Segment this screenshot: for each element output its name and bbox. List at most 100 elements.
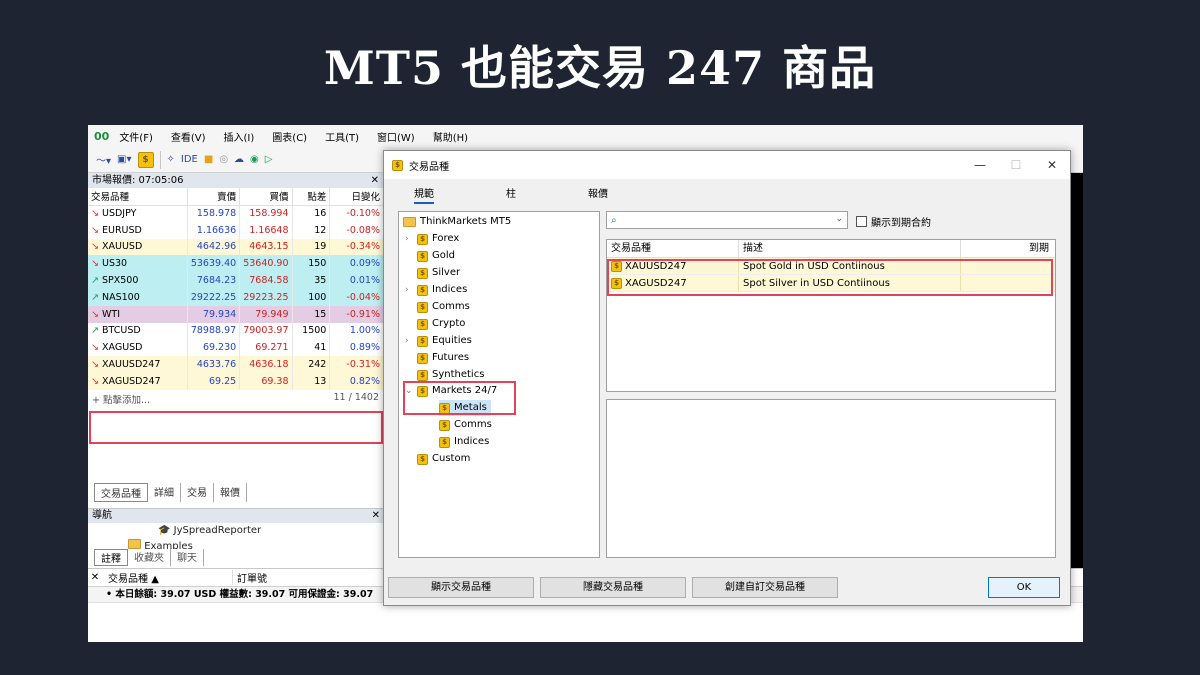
market-watch-row[interactable]: ↘ US30 53639.40 53640.90 150 0.09% <box>88 255 384 273</box>
row-symbol: ↘ XAUUSD <box>88 238 188 256</box>
ok-button[interactable]: OK <box>988 577 1060 598</box>
tab-ticks[interactable]: 報價 <box>214 483 247 502</box>
menu-tools[interactable]: 工具(T) <box>325 129 359 144</box>
toolbox-col-order[interactable]: 訂單號 <box>232 570 352 585</box>
tab-symbols[interactable]: 交易品種 <box>94 483 148 502</box>
tree-item-comms[interactable]: $ Comms <box>405 299 470 315</box>
navigator-item[interactable]: 🎓 JySpreadReporter <box>88 523 384 539</box>
close-icon[interactable]: ✕ <box>372 509 380 523</box>
arrow-down-icon: ↘ <box>91 359 99 371</box>
tab-bars[interactable]: 柱 <box>506 185 516 204</box>
toolbox-col-symbol[interactable]: 交易品種 ▲ <box>102 570 232 585</box>
symbol-group-icon: $ <box>417 318 428 330</box>
navigator-item[interactable]: Examples <box>88 539 384 549</box>
row-daily-change: 1.00% <box>329 322 384 340</box>
show-expired-checkbox[interactable]: 顯示到期合約 <box>856 214 931 229</box>
menu-window[interactable]: 窗口(W) <box>377 129 415 144</box>
algo-trading-icon[interactable]: ▷ <box>265 151 273 169</box>
tree-item-comms-247[interactable]: $ Comms <box>439 417 492 433</box>
row-bid: 29222.25 <box>187 288 241 306</box>
tree-item-indices[interactable]: › $ Indices <box>405 282 467 298</box>
market-watch-row[interactable]: ↘ USDJPY 158.978 158.994 16 -0.10% <box>88 205 384 222</box>
ide-button[interactable]: IDE <box>181 151 198 169</box>
expand-icon[interactable]: › <box>405 282 413 298</box>
col-symbol[interactable]: 交易品種 <box>88 188 188 206</box>
menu-file[interactable]: 文件(F) <box>119 129 153 144</box>
tree-root[interactable]: ThinkMarkets MT5 <box>403 214 511 230</box>
chart-template-icon[interactable]: ▣▾ <box>117 151 131 169</box>
market-watch-row[interactable]: ↘ XAUUSD 4642.96 4643.15 19 -0.34% <box>88 238 384 256</box>
tab-common[interactable]: 註釋 <box>94 549 128 566</box>
tab-ticks[interactable]: 報價 <box>588 185 608 204</box>
col-symbol[interactable]: 交易品種 <box>607 240 739 257</box>
cloud-icon[interactable]: ☁ <box>234 151 244 169</box>
market-watch-row[interactable]: ↗ BTCUSD 78988.97 79003.97 1500 1.00% <box>88 322 384 340</box>
market-watch-row[interactable]: ↘ XAUUSD247 4633.76 4636.18 242 -0.31% <box>88 356 384 373</box>
tab-details[interactable]: 詳細 <box>148 483 181 502</box>
lock-icon[interactable]: ■ <box>204 151 213 169</box>
line-chart-icon[interactable]: 〜▾ <box>96 151 111 169</box>
menu-charts[interactable]: 圖表(C) <box>272 129 307 144</box>
create-custom-symbol-button[interactable]: 創建自訂交易品種 <box>692 577 838 598</box>
add-symbol-label[interactable]: + 點擊添加... <box>92 395 150 406</box>
row-daily-change: -0.04% <box>329 288 384 306</box>
maximize-icon[interactable]: ☐ <box>998 151 1034 179</box>
close-icon[interactable]: ✕ <box>88 572 102 583</box>
tree-item-silver[interactable]: $ Silver <box>405 265 460 281</box>
menu-bar: 00 文件(F) 查看(V) 插入(I) 圖表(C) 工具(T) 窗口(W) 幫… <box>88 125 1083 147</box>
market-watch-row[interactable]: ↗ NAS100 29222.25 29223.25 100 -0.04% <box>88 288 384 306</box>
signal-icon[interactable]: ◎ <box>219 151 228 169</box>
tree-item-indices-247[interactable]: $ Indices <box>439 434 489 450</box>
col-daily-change[interactable]: 日變化 <box>329 188 384 206</box>
market-watch-row[interactable]: ↘ EURUSD 1.16636 1.16648 12 -0.08% <box>88 221 384 239</box>
show-symbol-button[interactable]: 顯示交易品種 <box>388 577 534 598</box>
highlight-box-markets-247 <box>403 381 516 415</box>
close-icon[interactable]: ✕ <box>1034 151 1070 179</box>
hide-symbol-button[interactable]: 隱藏交易品種 <box>540 577 686 598</box>
col-ask[interactable]: 買價 <box>239 188 293 206</box>
row-daily-change: -0.31% <box>329 356 384 373</box>
col-spread[interactable]: 點差 <box>292 188 331 206</box>
market-watch-row[interactable]: ↘ XAGUSD 69.230 69.271 41 0.89% <box>88 339 384 357</box>
row-bid: 7684.23 <box>187 272 241 289</box>
row-spread: 242 <box>292 356 331 373</box>
checkbox-box[interactable] <box>856 216 867 227</box>
tab-chat[interactable]: 聊天 <box>171 549 204 566</box>
market-watch-row[interactable]: ↘ WTI 79.934 79.949 15 -0.91% <box>88 305 384 323</box>
tree-item-futures[interactable]: $ Futures <box>405 350 469 366</box>
tab-trading[interactable]: 交易 <box>181 483 214 502</box>
symbol-search-input[interactable]: ⌕ ⌄ <box>606 211 848 229</box>
tree-item-forex[interactable]: › $ Forex <box>405 231 459 247</box>
row-symbol: ↘ WTI <box>88 305 188 323</box>
dollar-icon[interactable]: $ <box>137 151 154 168</box>
row-ask: 4643.15 <box>239 238 293 256</box>
tree-item-custom[interactable]: $ Custom <box>417 451 470 467</box>
tab-favorites[interactable]: 收藏夾 <box>128 549 171 566</box>
market-watch-row[interactable]: ↗ SPX500 7684.23 7684.58 35 0.01% <box>88 272 384 289</box>
dialog-tabs: 規範 柱 報價 <box>414 185 608 204</box>
add-symbol-row[interactable]: + 點擊添加... 11 / 1402 <box>88 390 383 408</box>
col-expiration[interactable]: 到期 <box>961 240 1055 257</box>
col-description[interactable]: 描述 <box>739 240 961 257</box>
row-ask: 53640.90 <box>239 255 293 273</box>
row-bid: 79.934 <box>187 305 241 323</box>
tree-item-gold[interactable]: $ Gold <box>405 248 455 264</box>
vps-icon[interactable]: ◉ <box>250 151 259 169</box>
symbol-group-icon: $ <box>417 335 428 347</box>
row-symbol: ↗ SPX500 <box>88 272 188 289</box>
tree-item-crypto[interactable]: $ Crypto <box>405 316 465 332</box>
minimize-icon[interactable]: — <box>962 151 998 179</box>
tab-specification[interactable]: 規範 <box>414 185 434 204</box>
menu-help[interactable]: 幫助(H) <box>433 129 468 144</box>
tree-item-equities[interactable]: › $ Equities <box>405 333 472 349</box>
menu-insert[interactable]: 插入(I) <box>224 129 255 144</box>
expand-icon[interactable]: › <box>405 231 413 247</box>
chevron-down-icon[interactable]: ⌄ <box>835 214 843 224</box>
sparkle-icon[interactable]: ✧ <box>167 151 175 169</box>
menu-view[interactable]: 查看(V) <box>171 129 206 144</box>
expand-icon[interactable]: › <box>405 333 413 349</box>
col-bid[interactable]: 賣價 <box>187 188 241 206</box>
symbol-count: 11 / 1402 <box>333 391 379 403</box>
market-watch-row[interactable]: ↘ XAGUSD247 69.25 69.38 13 0.82% <box>88 372 384 390</box>
close-icon[interactable]: ✕ <box>371 173 379 188</box>
